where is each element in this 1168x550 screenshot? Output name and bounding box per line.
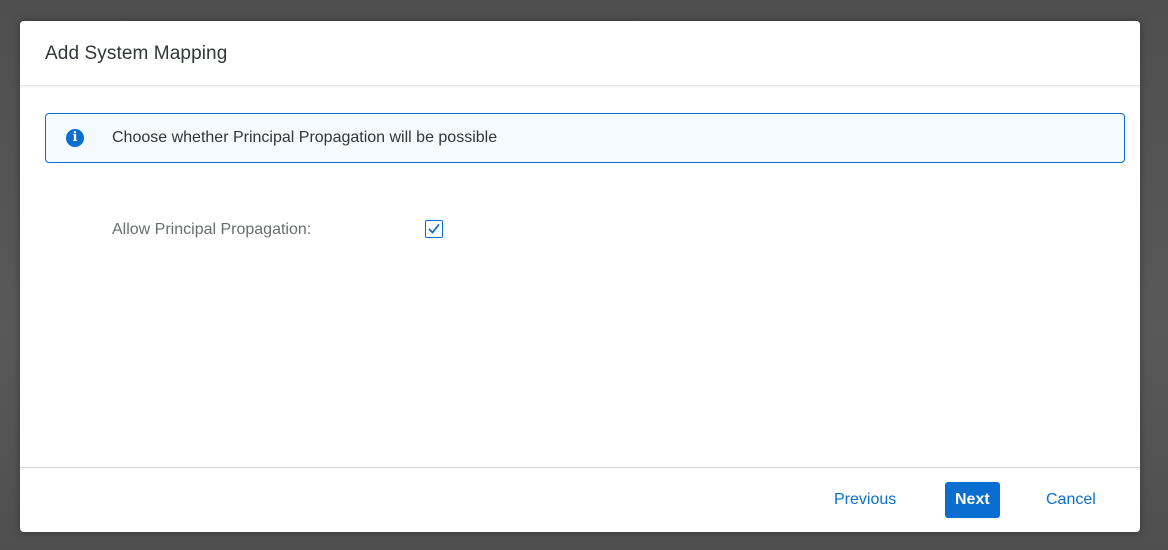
dialog-title: Add System Mapping [45, 43, 228, 64]
dialog-footer: Previous Next Cancel [20, 467, 1140, 532]
add-system-mapping-dialog: Add System Mapping i Choose whether Prin… [20, 21, 1140, 532]
allow-principal-propagation-label: Allow Principal Propagation: [112, 221, 312, 238]
cancel-button[interactable]: Cancel [1036, 482, 1106, 518]
info-icon: i [66, 129, 84, 147]
info-message-text: Choose whether Principal Propagation wil… [112, 129, 498, 146]
dialog-header: Add System Mapping [20, 21, 1140, 86]
allow-principal-propagation-checkbox[interactable] [425, 220, 443, 238]
previous-button[interactable]: Previous [824, 482, 906, 518]
info-message-strip: i Choose whether Principal Propagation w… [45, 113, 1125, 163]
next-button[interactable]: Next [945, 482, 1000, 518]
checkmark-icon [428, 224, 440, 234]
